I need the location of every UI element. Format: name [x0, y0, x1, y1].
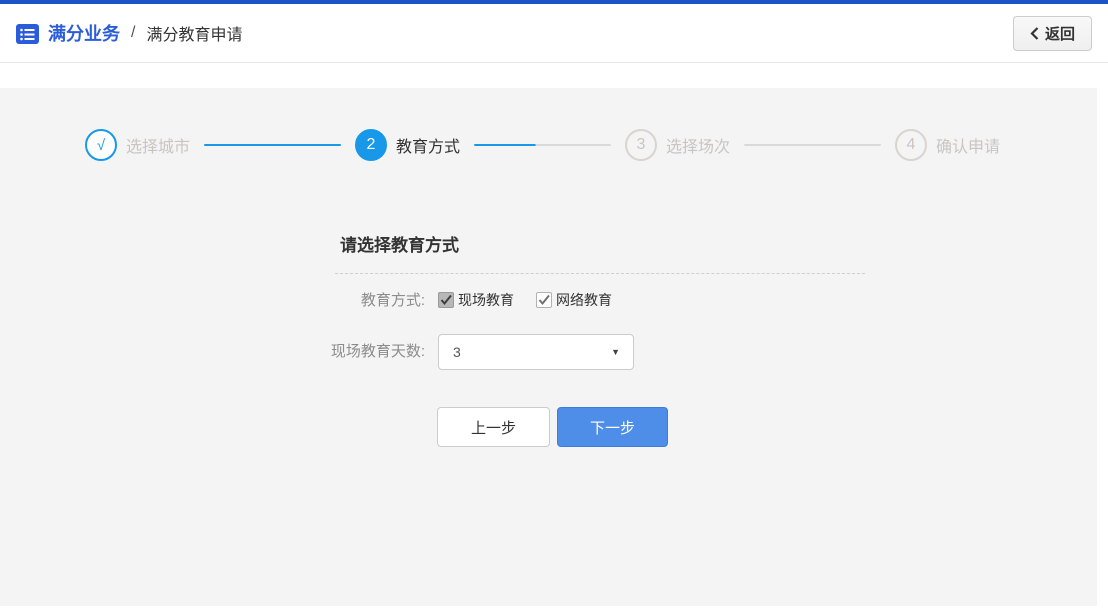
step-education-mode: 2 教育方式	[355, 129, 460, 161]
step-3-circle-pending: 3	[625, 129, 657, 161]
checkbox-online-label: 网络教育	[556, 290, 612, 310]
dropdown-arrow-icon: ▼	[611, 347, 620, 357]
page: 满分业务 / 满分教育申请 返回 √ 选择城市 2 教育方式 3 选	[0, 0, 1108, 614]
onsite-days-row: 现场教育天数: 3 ▼	[0, 334, 634, 370]
step-select-session: 3 选择场次	[625, 129, 730, 161]
onsite-days-selected-value: 3	[453, 344, 461, 360]
step-4-circle-pending: 4	[895, 129, 927, 161]
breadcrumb-current-page: 满分教育申请	[146, 21, 242, 45]
checkbox-checked-icon	[536, 292, 552, 308]
step-2-circle-active: 2	[355, 129, 387, 161]
breadcrumb-separator: /	[131, 24, 135, 42]
next-step-button[interactable]: 下一步	[557, 407, 668, 447]
step-select-city: √ 选择城市	[85, 129, 190, 161]
step-connector-1-2	[204, 144, 341, 146]
back-button[interactable]: 返回	[1013, 16, 1092, 51]
onsite-days-controls: 3 ▼	[438, 334, 634, 370]
checkbox-checked-disabled-icon	[438, 292, 454, 308]
step-1-circle-done: √	[85, 129, 117, 161]
chevron-left-icon	[1030, 27, 1039, 40]
checkbox-online-education[interactable]: 网络教育	[536, 290, 612, 310]
step-confirm-application: 4 确认申请	[895, 129, 1000, 161]
education-mode-label: 教育方式:	[0, 289, 425, 310]
onsite-days-select[interactable]: 3 ▼	[438, 334, 634, 370]
back-button-label: 返回	[1045, 23, 1075, 44]
step-3-label: 选择场次	[666, 133, 730, 157]
previous-step-button[interactable]: 上一步	[437, 407, 550, 447]
breadcrumb-section[interactable]: 满分业务	[48, 20, 120, 46]
step-1-label: 选择城市	[126, 133, 190, 157]
stepper: √ 选择城市 2 教育方式 3 选择场次 4 确认申请	[85, 129, 1000, 161]
form-title: 请选择教育方式	[340, 231, 459, 256]
onsite-days-label: 现场教育天数:	[0, 334, 425, 370]
content-panel: √ 选择城市 2 教育方式 3 选择场次 4 确认申请 请选择教育方式 教育方式…	[0, 88, 1097, 606]
header: 满分业务 / 满分教育申请 返回	[0, 4, 1108, 63]
breadcrumb: 满分业务 / 满分教育申请	[16, 20, 242, 46]
step-connector-2-3	[474, 144, 611, 146]
step-connector-3-4	[744, 144, 881, 146]
checkbox-onsite-education[interactable]: 现场教育	[438, 290, 514, 310]
education-mode-options: 现场教育 网络教育	[438, 290, 634, 310]
form-button-row: 上一步 下一步	[437, 407, 668, 447]
list-menu-icon	[16, 24, 39, 44]
checkbox-onsite-label: 现场教育	[458, 290, 514, 310]
education-mode-row: 教育方式: 现场教育 网络教育	[0, 289, 634, 310]
step-2-label: 教育方式	[396, 133, 460, 157]
step-4-label: 确认申请	[936, 133, 1000, 157]
dashed-divider	[335, 273, 865, 274]
